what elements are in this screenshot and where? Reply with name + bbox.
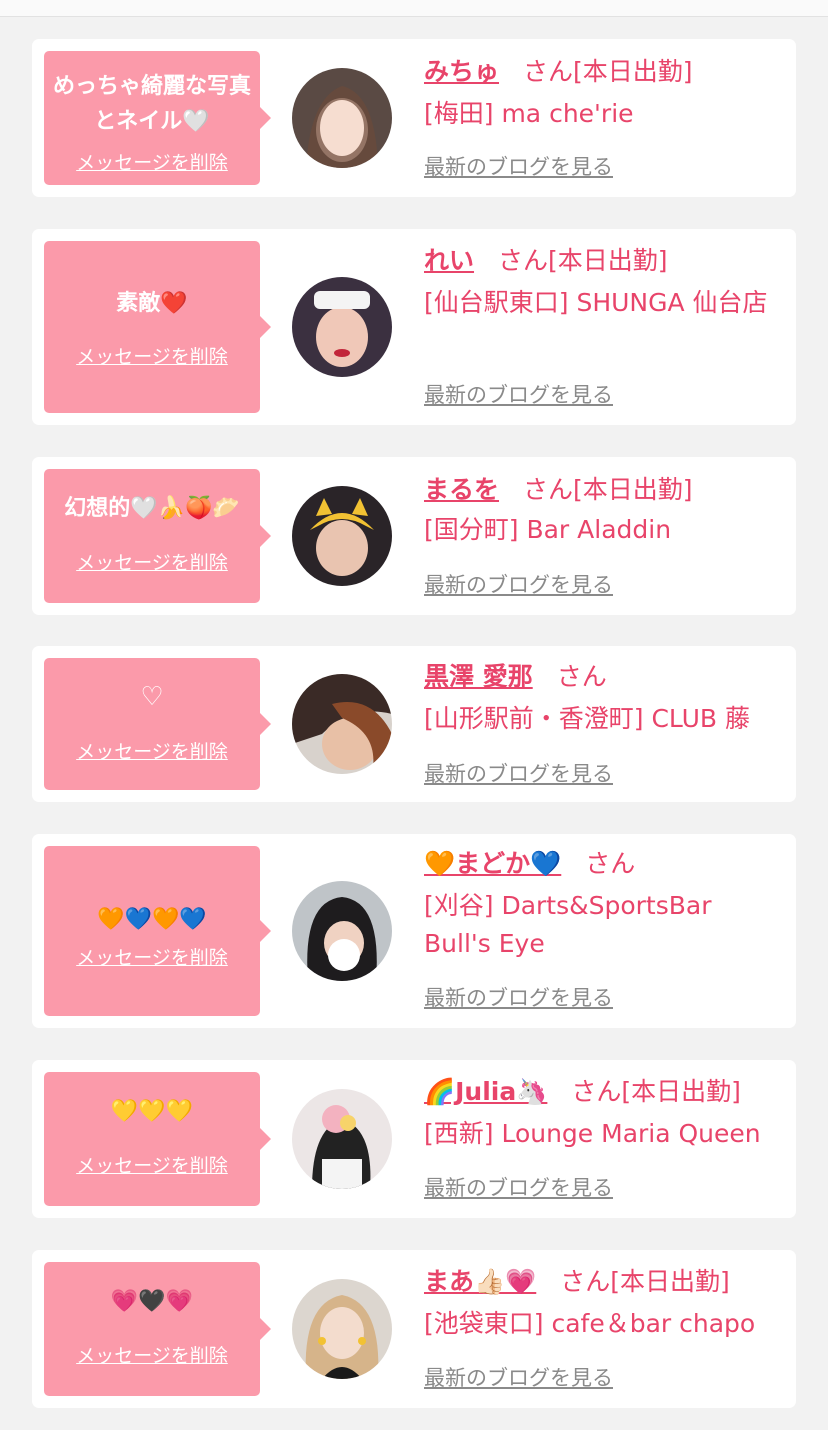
message-text: 幻想的🤍🍌🍑🥟 xyxy=(64,496,240,521)
cast-status: さん[本日出勤] xyxy=(571,1077,741,1106)
latest-blog-link[interactable]: 最新のブログを見る xyxy=(424,758,613,788)
cast-name-row: まるを さん[本日出勤] xyxy=(424,474,693,506)
delete-message-link[interactable]: メッセージを削除 xyxy=(44,342,260,369)
cast-status: さん[本日出勤] xyxy=(523,475,693,504)
message-card: めっちゃ綺麗な写真とネイル🤍 メッセージを削除 みちゅ さん[本日出勤] [梅田]… xyxy=(32,39,796,197)
message-text: 💛💛💛 xyxy=(110,1099,194,1124)
message-bubble: 素敵❤️ メッセージを削除 xyxy=(44,241,271,413)
shop-name: [山形駅前・香澄町] CLUB 藤 xyxy=(424,704,750,733)
latest-blog-link[interactable]: 最新のブログを見る xyxy=(424,1172,613,1202)
avatar[interactable] xyxy=(292,486,392,586)
cast-name-link[interactable]: 🌈Julia🦄 xyxy=(424,1077,547,1106)
latest-blog-link[interactable]: 最新のブログを見る xyxy=(424,982,613,1012)
message-card: 幻想的🤍🍌🍑🥟 メッセージを削除 まるを さん[本日出勤] [国分町] Bar A… xyxy=(32,457,796,615)
message-card: 💗🖤💗 メッセージを削除 まあ👍🏻💗 さん[本日出勤] [池袋東口] cafe＆b… xyxy=(32,1250,796,1408)
delete-message-link[interactable]: メッセージを削除 xyxy=(44,943,260,970)
cast-name-row: 🧡まどか💙 さん xyxy=(424,848,635,880)
cast-name-row: 黒澤 愛那 さん xyxy=(424,661,607,693)
latest-blog-link[interactable]: 最新のブログを見る xyxy=(424,569,613,599)
delete-message-link[interactable]: メッセージを削除 xyxy=(44,737,260,764)
top-divider xyxy=(0,0,828,17)
cast-status: さん xyxy=(556,662,607,691)
cast-name-link[interactable]: れい xyxy=(424,246,474,275)
message-bubble: 💛💛💛 メッセージを削除 xyxy=(44,1072,271,1206)
latest-blog-link[interactable]: 最新のブログを見る xyxy=(424,1362,613,1392)
shop-name: [刈谷] Darts&SportsBar Bull's Eye xyxy=(424,891,712,958)
avatar[interactable] xyxy=(292,68,392,168)
cast-name-link[interactable]: まるを xyxy=(424,475,499,504)
message-text: 🧡💙🧡💙 xyxy=(97,907,207,932)
cast-name-row: まあ👍🏻💗 さん[本日出勤] xyxy=(424,1266,730,1298)
avatar[interactable] xyxy=(292,881,392,981)
delete-message-link[interactable]: メッセージを削除 xyxy=(44,1151,260,1178)
cast-name-link[interactable]: まあ👍🏻💗 xyxy=(424,1267,536,1296)
latest-blog-link[interactable]: 最新のブログを見る xyxy=(424,151,613,181)
message-bubble: 🧡💙🧡💙 メッセージを削除 xyxy=(44,846,271,1016)
cast-name-row: みちゅ さん[本日出勤] xyxy=(424,56,693,88)
message-text: 素敵❤️ xyxy=(116,291,188,316)
message-text: ♡ xyxy=(140,682,164,712)
avatar[interactable] xyxy=(292,1279,392,1379)
message-card: 💛💛💛 メッセージを削除 🌈Julia🦄 さん[本日出勤] [西新] Lounge… xyxy=(32,1060,796,1218)
message-bubble: ♡ メッセージを削除 xyxy=(44,658,271,790)
delete-message-link[interactable]: メッセージを削除 xyxy=(44,1341,260,1368)
cast-name-link[interactable]: 🧡まどか💙 xyxy=(424,849,561,878)
avatar[interactable] xyxy=(292,674,392,774)
message-card: 🧡💙🧡💙 メッセージを削除 🧡まどか💙 さん [刈谷] Darts&SportsB… xyxy=(32,834,796,1028)
message-bubble: めっちゃ綺麗な写真とネイル🤍 メッセージを削除 xyxy=(44,51,271,185)
message-text: めっちゃ綺麗な写真とネイル🤍 xyxy=(52,74,251,134)
cast-name-row: 🌈Julia🦄 さん[本日出勤] xyxy=(424,1076,741,1108)
cast-status: さん[本日出勤] xyxy=(523,57,693,86)
cast-name-link[interactable]: 黒澤 愛那 xyxy=(424,662,533,691)
latest-blog-link[interactable]: 最新のブログを見る xyxy=(424,379,613,409)
message-bubble: 💗🖤💗 メッセージを削除 xyxy=(44,1262,271,1396)
shop-name: [西新] Lounge Maria Queen xyxy=(424,1119,761,1148)
shop-name: [梅田] ma che'rie xyxy=(424,99,634,128)
cast-status: さん[本日出勤] xyxy=(560,1267,730,1296)
delete-message-link[interactable]: メッセージを削除 xyxy=(44,548,260,575)
message-text: 💗🖤💗 xyxy=(110,1289,194,1314)
avatar[interactable] xyxy=(292,1089,392,1189)
avatar[interactable] xyxy=(292,277,392,377)
message-bubble: 幻想的🤍🍌🍑🥟 メッセージを削除 xyxy=(44,469,271,603)
delete-message-link[interactable]: メッセージを削除 xyxy=(44,148,260,175)
shop-name: [仙台駅東口] SHUNGA 仙台店 xyxy=(424,288,768,317)
shop-name: [国分町] Bar Aladdin xyxy=(424,515,672,544)
message-card: 素敵❤️ メッセージを削除 れい さん[本日出勤] [仙台駅東口] SHUNGA … xyxy=(32,229,796,425)
cast-name-row: れい さん[本日出勤] xyxy=(424,245,668,277)
shop-name: [池袋東口] cafe＆bar chapo xyxy=(424,1309,756,1338)
cast-status: さん xyxy=(585,849,636,878)
message-card: ♡ メッセージを削除 黒澤 愛那 さん [山形駅前・香澄町] CLUB 藤 最新の… xyxy=(32,646,796,802)
cast-name-link[interactable]: みちゅ xyxy=(424,57,499,86)
cast-status: さん[本日出勤] xyxy=(498,246,668,275)
